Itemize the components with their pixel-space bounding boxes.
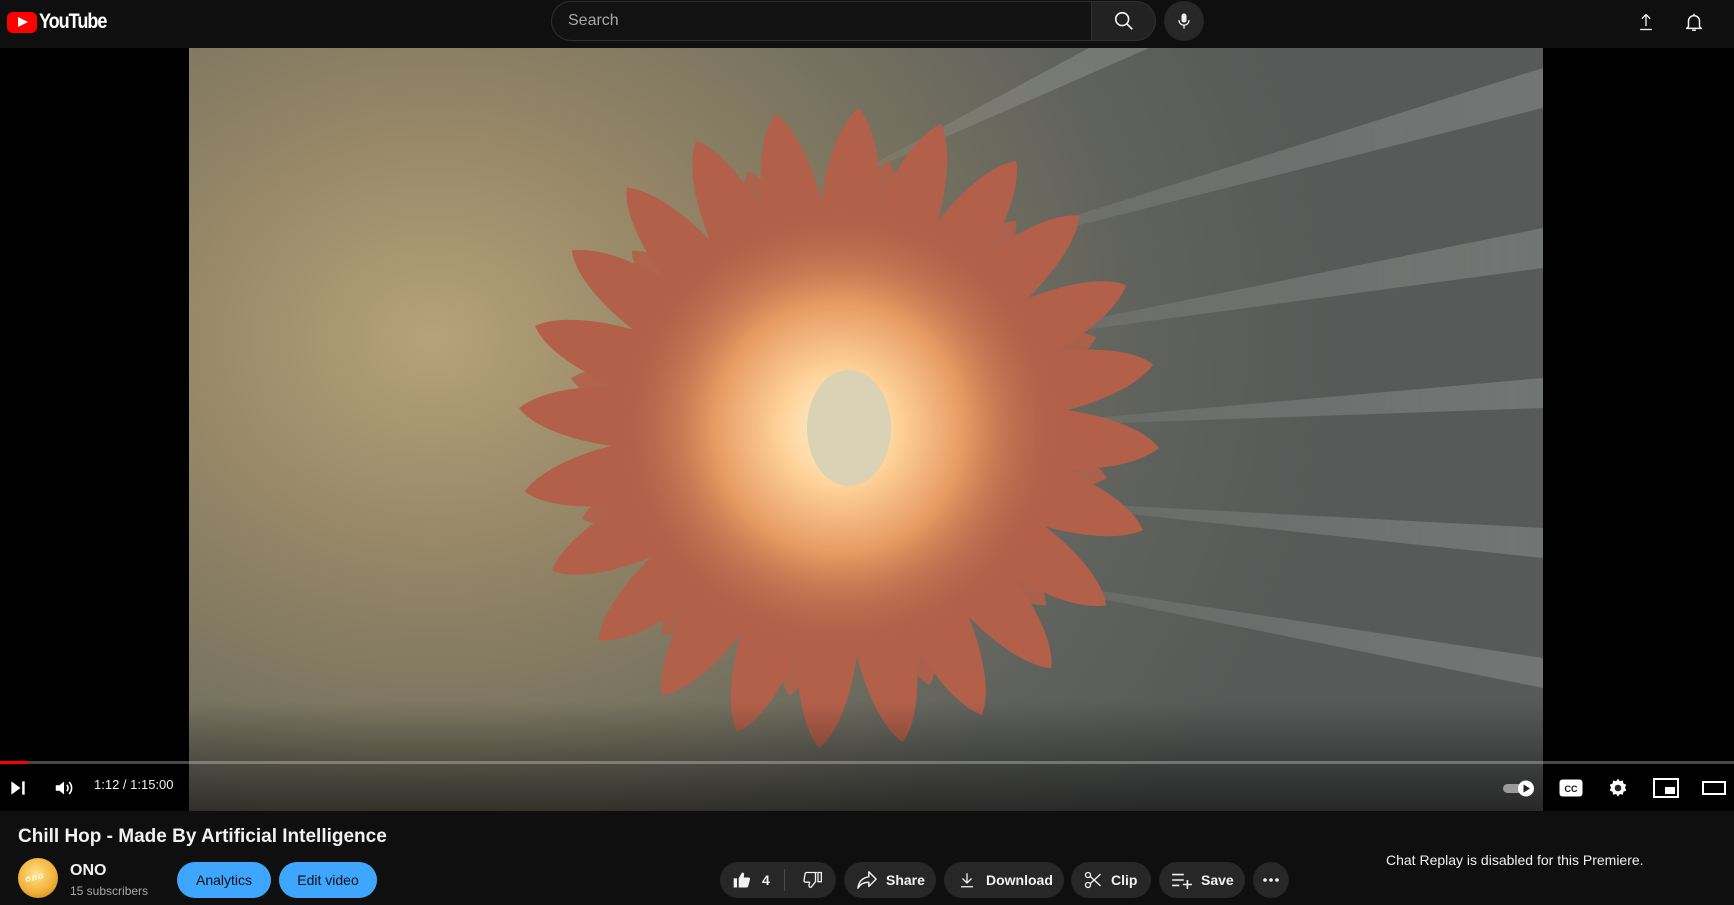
chat-replay-disabled-message: Chat Replay is disabled for this Premier… xyxy=(1386,852,1644,868)
youtube-play-icon xyxy=(7,11,37,33)
download-label: Download xyxy=(986,872,1053,888)
next-icon xyxy=(11,781,25,795)
like-button[interactable]: 4 xyxy=(720,862,770,898)
miniplayer-button[interactable] xyxy=(1651,774,1681,802)
time-display: 1:12 / 1:15:00 xyxy=(94,777,174,792)
like-dislike-group: 4 xyxy=(720,862,836,898)
video-frame[interactable] xyxy=(189,48,1543,811)
captions-button[interactable]: CC xyxy=(1556,774,1586,802)
share-button[interactable]: Share xyxy=(844,862,936,898)
thumbs-up-icon xyxy=(733,872,751,888)
svg-text:CC: CC xyxy=(1565,784,1578,794)
notifications-button[interactable] xyxy=(1678,6,1710,38)
bell-icon xyxy=(1685,13,1703,31)
edit-video-button[interactable]: Edit video xyxy=(279,862,377,898)
upload-button[interactable] xyxy=(1630,6,1662,38)
clip-button[interactable]: Clip xyxy=(1071,862,1151,898)
settings-button[interactable] xyxy=(1603,774,1633,802)
progress-fill xyxy=(0,761,28,764)
settings-icon xyxy=(1609,778,1627,797)
add-to-playlist-icon xyxy=(1172,873,1192,889)
share-label: Share xyxy=(886,872,925,888)
search-icon xyxy=(1114,11,1133,30)
theater-icon xyxy=(1702,781,1726,795)
subscriber-count: 15 subscribers xyxy=(70,884,149,898)
autoplay-toggle-icon xyxy=(1503,780,1534,797)
volume-icon xyxy=(55,781,73,795)
video-title: Chill Hop - Made By Artificial Intellige… xyxy=(18,826,387,847)
video-thumbnail-artwork xyxy=(519,48,1543,748)
miniplayer-icon xyxy=(1653,778,1679,798)
thumbs-down-icon xyxy=(803,871,822,889)
progress-bar[interactable] xyxy=(0,761,1734,764)
share-icon xyxy=(857,871,877,889)
avatar-logo-text: ono xyxy=(24,870,46,884)
search-box xyxy=(551,1,1092,41)
more-actions-button[interactable] xyxy=(1253,862,1289,898)
save-button[interactable]: Save xyxy=(1159,862,1245,898)
upload-icon xyxy=(1640,14,1652,31)
mic-icon xyxy=(1178,13,1190,29)
like-divider xyxy=(784,869,785,891)
logo-text: YouTube xyxy=(39,10,107,33)
flower-petals xyxy=(519,108,1159,748)
volume-button[interactable] xyxy=(50,774,78,802)
save-label: Save xyxy=(1201,872,1234,888)
scissors-icon xyxy=(1084,871,1101,889)
masthead: YouTube xyxy=(0,0,1734,48)
voice-search-button[interactable] xyxy=(1164,1,1204,41)
dislike-button[interactable] xyxy=(790,862,836,898)
download-icon xyxy=(961,873,973,888)
video-player[interactable]: 1:12 / 1:15:00 CC xyxy=(0,48,1734,811)
analytics-button[interactable]: Analytics xyxy=(177,862,271,898)
channel-name[interactable]: ONO xyxy=(70,862,106,880)
clip-label: Clip xyxy=(1111,872,1138,888)
youtube-logo[interactable]: YouTube xyxy=(7,10,117,34)
download-button[interactable]: Download xyxy=(944,862,1064,898)
search-button[interactable] xyxy=(1092,1,1156,41)
captions-icon: CC xyxy=(1559,779,1583,797)
like-count: 4 xyxy=(762,872,770,888)
more-horizontal-icon xyxy=(1263,878,1279,882)
theater-mode-button[interactable] xyxy=(1698,774,1730,802)
channel-avatar[interactable]: ono xyxy=(18,858,58,898)
next-button[interactable] xyxy=(4,774,32,802)
autoplay-toggle[interactable] xyxy=(1502,776,1536,800)
search-input[interactable] xyxy=(552,2,1091,40)
